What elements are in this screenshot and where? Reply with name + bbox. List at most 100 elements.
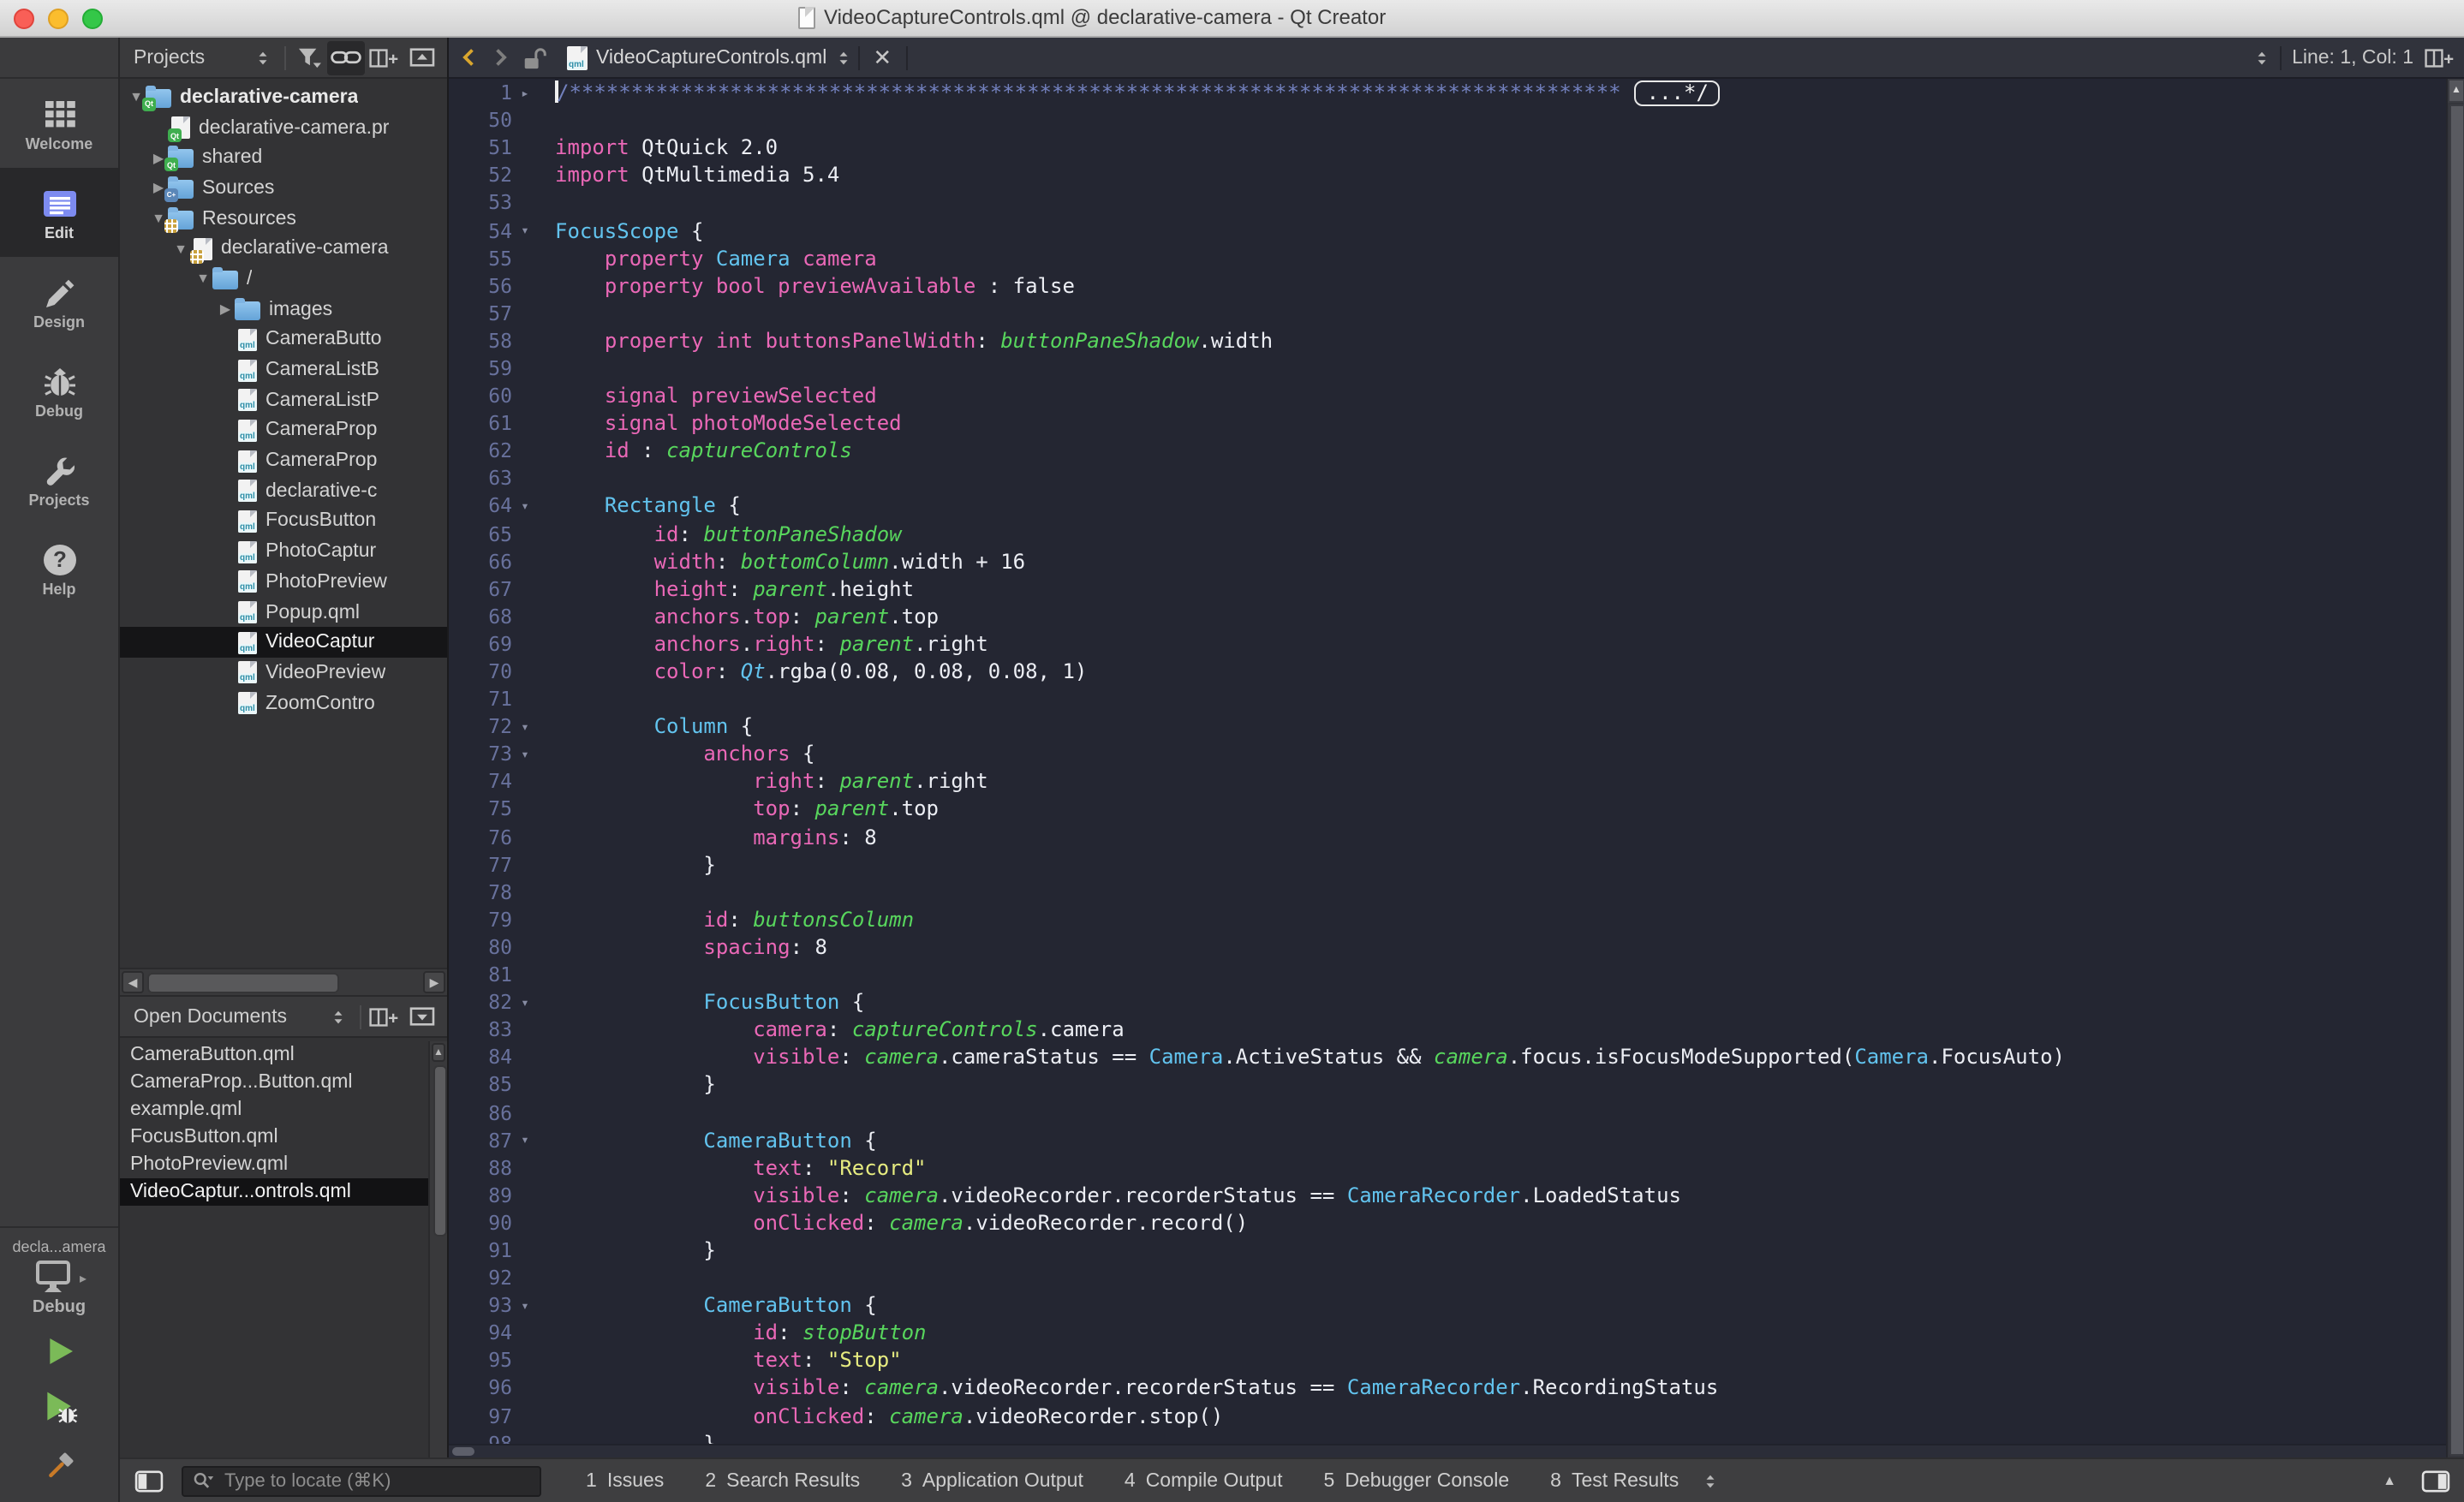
output-pane-debugger-console[interactable]: 5Debugger Console [1324,1470,1510,1491]
code-line-51[interactable]: 51import QtQuick 2.0 [449,134,2446,161]
code-line-95[interactable]: 95 text: "Stop" [449,1347,2446,1374]
scrollbar-thumb[interactable] [452,1447,474,1456]
mode-help[interactable]: ?Help [0,524,118,613]
code-line-90[interactable]: 90 onClicked: camera.videoRecorder.recor… [449,1209,2446,1237]
close-document-icon[interactable]: ✕ [866,44,898,71]
code-line-60[interactable]: 60 signal previewSelected [449,382,2446,409]
code-line-83[interactable]: 83 camera: captureControls.camera [449,1016,2446,1043]
code-line-53[interactable]: 53 [449,189,2446,217]
fold-marker-icon[interactable]: ▾ [512,223,538,238]
tree-item-declarative-camera[interactable]: ▼declarative-camera [120,234,447,264]
code-line-71[interactable]: 71 [449,685,2446,712]
editor-selector-sort-icon[interactable] [2254,47,2270,68]
code-line-78[interactable]: 78 [449,878,2446,905]
code-line-87[interactable]: 87▾ CameraButton { [449,1126,2446,1153]
split-editor-icon[interactable] [2424,47,2455,68]
output-pane-compile-output[interactable]: 4Compile Output [1125,1470,1283,1491]
code-line-91[interactable]: 91 } [449,1237,2446,1264]
tree-item-focusbutton[interactable]: qmlFocusButton [120,506,447,536]
code-line-59[interactable]: 59 [449,355,2446,382]
back-icon[interactable] [459,46,480,69]
mode-debug[interactable]: Debug [0,346,118,435]
code-editor[interactable]: 1▸/*************************************… [449,79,2446,1457]
tree-item-popup-qml[interactable]: qmlPopup.qml [120,597,447,627]
editor-vertical-scrollbar[interactable]: ▲ [2446,79,2464,1457]
code-line-75[interactable]: 75 top: parent.top [449,796,2446,823]
code-line-68[interactable]: 68 anchors.top: parent.top [449,603,2446,630]
minimize-window-button[interactable] [48,9,69,29]
code-line-92[interactable]: 92 [449,1264,2446,1291]
tree-item-photopreview[interactable]: qmlPhotoPreview [120,567,447,597]
code-line-93[interactable]: 93▾ CameraButton { [449,1291,2446,1319]
expander-open-icon[interactable]: ▼ [194,271,212,287]
code-line-62[interactable]: 62 id : captureControls [449,437,2446,464]
split-panel-icon[interactable] [365,999,403,1034]
code-line-66[interactable]: 66 width: bottomColumn.width + 16 [449,547,2446,575]
code-line-74[interactable]: 74 right: parent.right [449,768,2446,796]
code-line-64[interactable]: 64▾ Rectangle { [449,492,2446,520]
tree-item-camerabutto[interactable]: qmlCameraButto [120,325,447,355]
mode-design[interactable]: Design [0,257,118,346]
open-document-photopreview-qml[interactable]: PhotoPreview.qml [120,1151,447,1178]
link-with-editor-icon[interactable] [327,40,365,75]
output-pane-issues[interactable]: 1Issues [586,1470,664,1491]
tree-item-images[interactable]: ▶images [120,295,447,325]
tree-item-cameraprop[interactable]: qmlCameraProp [120,446,447,476]
code-line-97[interactable]: 97 onClicked: camera.videoRecorder.stop(… [449,1402,2446,1429]
code-line-77[interactable]: 77 } [449,850,2446,878]
output-pane-application-output[interactable]: 3Application Output [901,1470,1083,1491]
close-window-button[interactable] [14,9,34,29]
debug-run-button[interactable] [40,1389,78,1427]
fold-marker-icon[interactable]: ▾ [512,1132,538,1147]
split-panel-icon[interactable] [365,40,403,75]
tree-item-zoomcontro[interactable]: qmlZoomContro [120,688,447,718]
filter-icon[interactable] [289,40,327,75]
fold-marker-icon[interactable]: ▾ [512,994,538,1010]
kit-selector-button[interactable]: ▸ [32,1259,87,1296]
locator-search[interactable] [182,1465,541,1496]
code-line-79[interactable]: 79 id: buttonsColumn [449,906,2446,933]
fold-marker-icon[interactable]: ▾ [512,747,538,762]
tree-item-declarative-camera[interactable]: ▼Qtdeclarative-camera [120,82,447,112]
open-document-camerabutton-qml[interactable]: CameraButton.qml [120,1041,447,1069]
scroll-up-icon[interactable]: ▲ [432,1043,445,1062]
tree-item-videopreview[interactable]: qmlVideoPreview [120,658,447,688]
tree-item-resources[interactable]: ▼Resources [120,204,447,234]
scroll-left-icon[interactable]: ◀ [122,971,144,993]
code-line-56[interactable]: 56 property bool previewAvailable : fals… [449,271,2446,299]
document-selector[interactable]: qml VideoCaptureControls.qml [564,45,850,69]
scrollbar-thumb[interactable] [147,972,339,992]
code-line-50[interactable]: 50 [449,106,2446,134]
code-line-73[interactable]: 73▾ anchors { [449,741,2446,768]
code-line-65[interactable]: 65 id: buttonPaneShadow [449,520,2446,547]
locator-input[interactable] [221,1469,531,1493]
output-pane-test-results[interactable]: 8Test Results [1550,1470,1679,1491]
forward-icon[interactable] [490,46,510,69]
code-line-96[interactable]: 96 visible: camera.videoRecorder.recorde… [449,1374,2446,1402]
run-button[interactable] [42,1334,76,1368]
tree-item-declarative-camera-pr[interactable]: Qtdeclarative-camera.pr [120,112,447,142]
tree-item-videocaptur[interactable]: qmlVideoCaptur [120,628,447,658]
code-line-81[interactable]: 81 [449,961,2446,988]
projects-horizontal-scrollbar[interactable]: ◀ ▶ [120,968,447,997]
open-document-focusbutton-qml[interactable]: FocusButton.qml [120,1124,447,1151]
editor-horizontal-scrollbar[interactable] [449,1444,2446,1457]
tree-item-cameraprop[interactable]: qmlCameraProp [120,415,447,445]
code-line-54[interactable]: 54▾FocusScope { [449,217,2446,244]
unlocked-icon[interactable] [521,45,546,69]
document-dropdown-icon[interactable] [835,47,850,68]
close-panel-icon[interactable] [403,40,440,75]
expander-closed-icon[interactable]: ▶ [216,301,235,317]
scroll-up-icon[interactable]: ▲ [2448,79,2464,103]
code-line-70[interactable]: 70 color: Qt.rgba(0.08, 0.08, 0.08, 1) [449,658,2446,685]
mode-projects[interactable]: Projects [0,435,118,524]
code-line-67[interactable]: 67 height: parent.height [449,575,2446,602]
code-line-69[interactable]: 69 anchors.right: parent.right [449,630,2446,658]
code-line-94[interactable]: 94 id: stopButton [449,1319,2446,1346]
code-line-84[interactable]: 84 visible: camera.cameraStatus == Camer… [449,1044,2446,1071]
code-line-57[interactable]: 57 [449,300,2446,327]
mode-welcome[interactable]: Welcome [0,79,118,168]
code-line-76[interactable]: 76 margins: 8 [449,823,2446,850]
code-line-61[interactable]: 61 signal photoModeSelected [449,409,2446,437]
output-pane-sort-icon[interactable] [1703,1470,1718,1491]
